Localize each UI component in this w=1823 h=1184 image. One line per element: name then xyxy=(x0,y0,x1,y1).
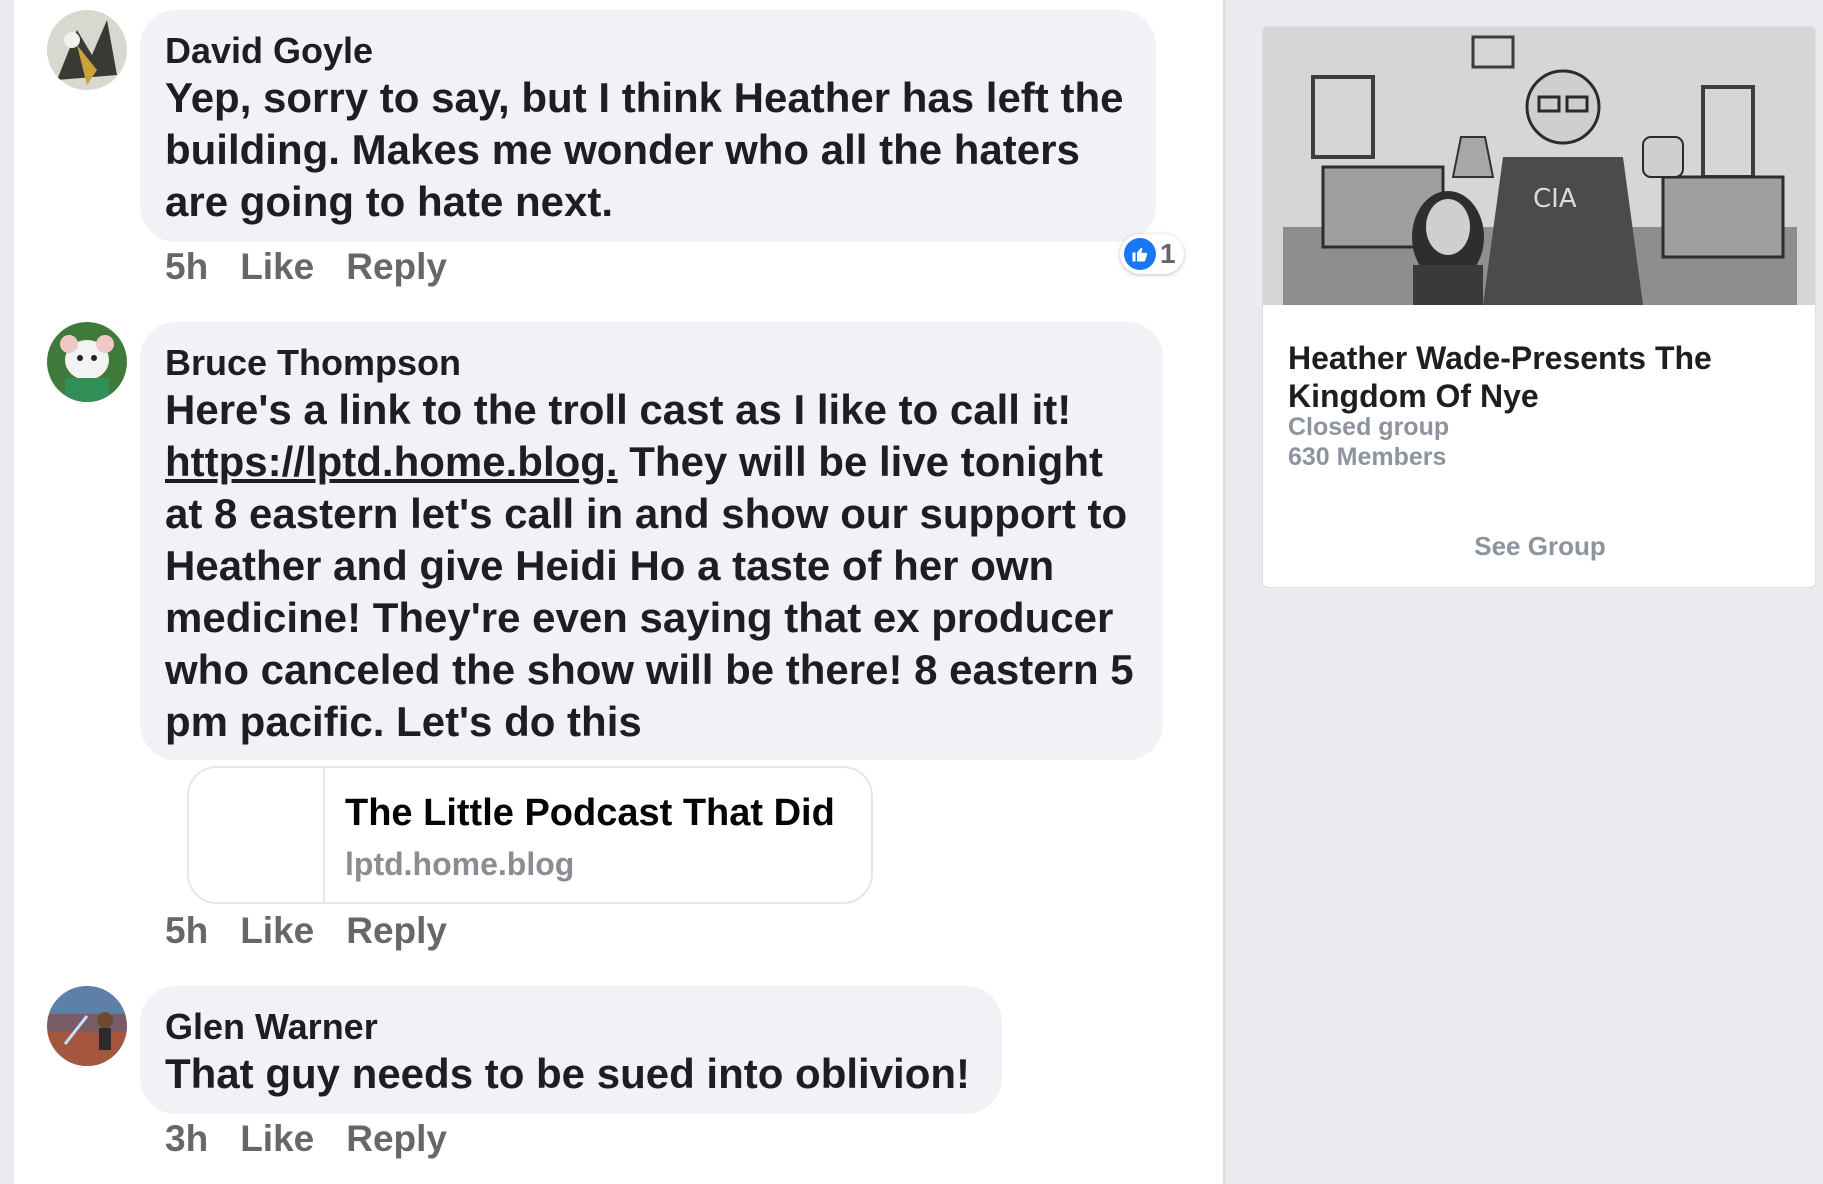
like-button[interactable]: Like xyxy=(240,910,314,952)
column-divider xyxy=(1223,0,1225,1184)
comment-feed: David Goyle Yep, sorry to say, but I thi… xyxy=(14,0,1223,1184)
see-group-button[interactable]: See Group xyxy=(1263,531,1815,562)
comment-timestamp[interactable]: 5h xyxy=(165,246,208,288)
thumbs-up-icon xyxy=(1124,238,1156,270)
group-name[interactable]: Heather Wade-Presents The Kingdom Of Nye xyxy=(1288,339,1798,415)
link-preview-title[interactable]: The Little Podcast That Did xyxy=(345,792,835,835)
comment-timestamp[interactable]: 3h xyxy=(165,1118,208,1160)
reaction-summary[interactable]: 1 xyxy=(1120,234,1184,274)
link-preview-thumbnail[interactable] xyxy=(189,768,325,902)
group-cover-image[interactable]: CIA xyxy=(1263,27,1815,305)
comment-text: Yep, sorry to say, but I think Heather h… xyxy=(165,74,1124,225)
group-privacy: Closed group xyxy=(1288,413,1450,441)
avatar[interactable] xyxy=(47,10,127,90)
comment-author[interactable]: Bruce Thompson xyxy=(165,342,1139,384)
comment-text: Here's a link to the troll cast as I lik… xyxy=(165,384,1139,748)
group-suggestion-card: CIA Heather Wade-Presents The Kingdom Of… xyxy=(1262,26,1816,588)
comment-actions: 5h Like Reply xyxy=(165,910,447,952)
avatar[interactable] xyxy=(47,322,127,402)
reaction-count: 1 xyxy=(1160,238,1176,269)
left-gutter xyxy=(0,0,14,1184)
comment-bubble: David Goyle Yep, sorry to say, but I thi… xyxy=(140,10,1156,242)
comment-author[interactable]: David Goyle xyxy=(165,30,1132,72)
comment-author[interactable]: Glen Warner xyxy=(165,1006,978,1048)
avatar[interactable] xyxy=(47,986,127,1066)
comment-text-part: Here's a link to the troll cast as I lik… xyxy=(165,386,1072,433)
reply-button[interactable]: Reply xyxy=(346,910,447,952)
comment-bubble: Bruce Thompson Here's a link to the trol… xyxy=(140,322,1163,760)
svg-text:CIA: CIA xyxy=(1533,184,1577,214)
comment-bubble: Glen Warner That guy needs to be sued in… xyxy=(140,986,1002,1114)
comment-text: That guy needs to be sued into oblivion! xyxy=(165,1050,971,1097)
reply-button[interactable]: Reply xyxy=(346,246,447,288)
comment-actions: 5h Like Reply xyxy=(165,246,447,288)
link-preview-card[interactable]: The Little Podcast That Did lptd.home.bl… xyxy=(187,766,873,904)
like-button[interactable]: Like xyxy=(240,246,314,288)
comment-timestamp[interactable]: 5h xyxy=(165,910,208,952)
like-button[interactable]: Like xyxy=(240,1118,314,1160)
group-member-count: 630 Members xyxy=(1288,443,1447,471)
link-preview-domain: lptd.home.blog xyxy=(345,846,575,882)
reply-button[interactable]: Reply xyxy=(346,1118,447,1160)
comment-link[interactable]: https://lptd.home.blog. xyxy=(165,438,618,485)
comment-actions: 3h Like Reply xyxy=(165,1118,447,1160)
